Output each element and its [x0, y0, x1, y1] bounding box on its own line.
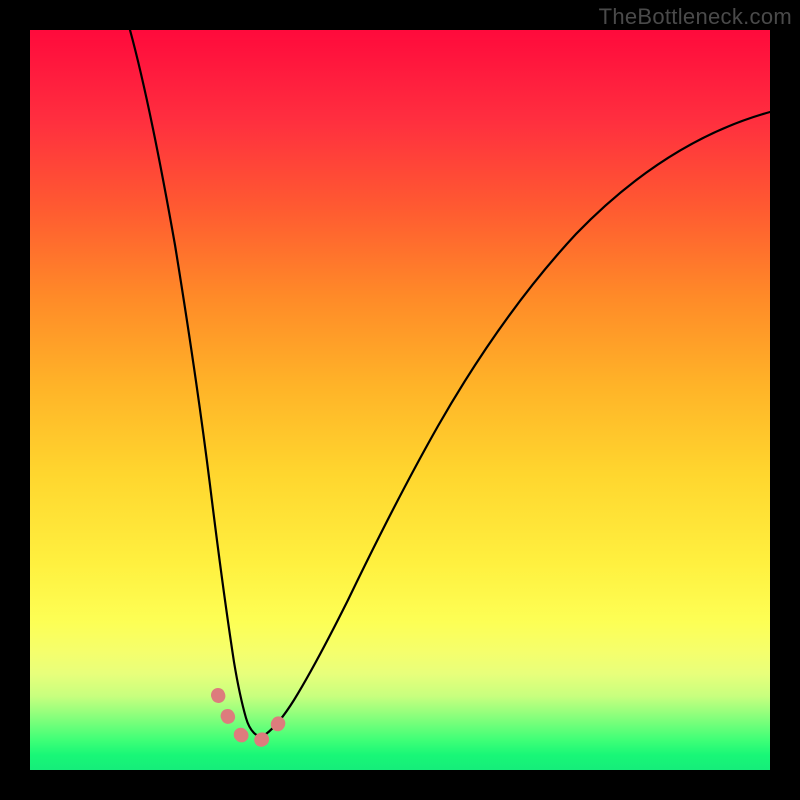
chart-frame: TheBottleneck.com: [0, 0, 800, 800]
curve-layer: [30, 30, 770, 770]
watermark-label: TheBottleneck.com: [599, 4, 792, 30]
near-minimum-dots-path: [218, 695, 284, 742]
plot-area: [30, 30, 770, 770]
bottleneck-curve-path: [130, 30, 770, 736]
